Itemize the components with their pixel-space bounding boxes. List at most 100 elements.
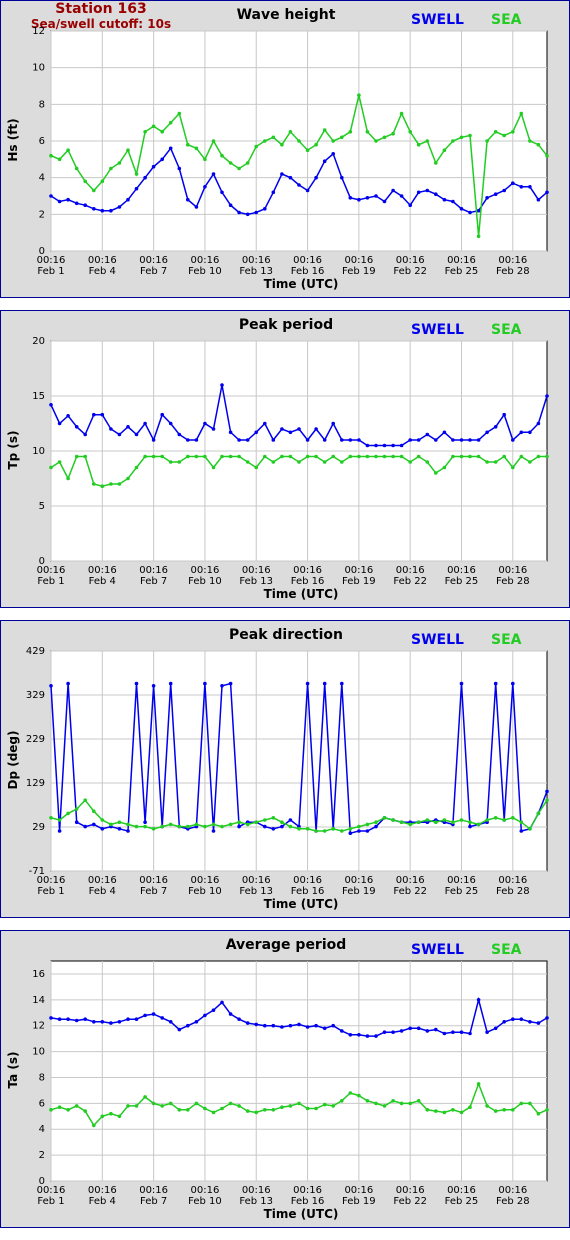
x-tick-date: Feb 25 [445, 576, 479, 587]
data-point-swell [143, 175, 147, 180]
data-point-swell [134, 186, 139, 191]
data-point-sea [92, 809, 96, 813]
data-point-sea [502, 454, 507, 459]
x-tick-date: Feb 7 [140, 266, 167, 277]
data-point-sea [357, 1093, 361, 1098]
x-tick-time: 00:16 [88, 565, 117, 576]
data-point-sea [177, 460, 182, 464]
data-point-swell [365, 196, 370, 200]
data-point-swell [348, 1033, 353, 1037]
data-point-sea [305, 1106, 310, 1111]
data-point-swell [237, 824, 241, 829]
data-point-sea [365, 1099, 370, 1103]
data-point-swell [186, 197, 190, 202]
data-point-swell [382, 199, 387, 204]
data-point-swell [493, 192, 498, 196]
data-point-sea [425, 139, 430, 143]
data-point-swell [425, 432, 430, 437]
data-point-swell [237, 210, 241, 215]
data-point-swell [160, 157, 164, 162]
data-point-swell [228, 203, 233, 207]
data-point-swell [468, 1031, 472, 1036]
data-point-swell [288, 1023, 293, 1028]
data-point-swell [100, 412, 105, 417]
data-point-sea [117, 482, 122, 486]
data-point-sea [297, 1101, 301, 1106]
data-point-sea [245, 822, 250, 827]
x-tick-time: 00:16 [498, 255, 527, 266]
data-point-sea [322, 1102, 327, 1107]
data-point-sea [357, 454, 361, 459]
data-point-swell [194, 205, 199, 209]
data-point-swell [288, 430, 293, 435]
data-point-sea [399, 1101, 404, 1106]
data-point-sea [476, 454, 481, 459]
data-point-swell [442, 197, 447, 202]
data-point-sea [177, 824, 182, 829]
data-point-sea [134, 824, 139, 829]
data-point-sea [220, 454, 224, 459]
data-point-sea [297, 460, 301, 464]
peak-direction-panel: Peak direction SWELL SEA Dp (deg) Time (… [0, 620, 570, 918]
data-point-sea [468, 820, 472, 824]
x-tick-time: 00:16 [191, 1185, 220, 1196]
data-point-sea [109, 482, 113, 486]
data-point-sea [340, 135, 344, 140]
data-point-sea [57, 1105, 62, 1109]
data-point-swell [536, 421, 541, 426]
data-point-swell [340, 681, 344, 686]
data-point-sea [211, 822, 216, 827]
data-point-swell [382, 443, 387, 448]
data-point-sea [322, 460, 327, 464]
data-point-sea [177, 1108, 182, 1112]
data-point-swell [211, 1008, 216, 1012]
data-point-sea [134, 1104, 139, 1108]
data-point-swell [476, 998, 481, 1002]
data-point-swell [297, 1022, 301, 1027]
data-point-sea [254, 820, 258, 824]
data-point-swell [245, 438, 250, 442]
y-tick-label: 429 [26, 646, 45, 657]
data-point-sea [186, 454, 190, 459]
data-point-swell [528, 1020, 532, 1024]
data-point-swell [220, 684, 224, 688]
data-point-sea [57, 818, 62, 822]
data-point-sea [211, 465, 216, 470]
data-point-sea [416, 142, 421, 147]
x-tick-date: Feb 7 [140, 886, 167, 897]
data-point-swell [271, 827, 276, 831]
data-point-swell [331, 152, 336, 156]
data-point-swell [263, 207, 267, 211]
data-point-swell [348, 438, 353, 442]
x-tick-date: Feb 4 [89, 886, 116, 897]
data-point-sea [100, 818, 105, 822]
data-point-sea [382, 1104, 387, 1108]
data-point-swell [459, 207, 464, 211]
data-point-swell [228, 1012, 233, 1016]
x-tick-date: Feb 7 [140, 576, 167, 587]
x-tick-date: Feb 16 [291, 1196, 325, 1207]
x-tick-date: Feb 4 [89, 576, 116, 587]
data-point-sea [528, 827, 532, 831]
data-point-swell [117, 205, 122, 209]
data-point-sea [416, 820, 421, 824]
data-point-sea [211, 139, 216, 143]
data-point-sea [322, 829, 327, 833]
x-tick-date: Feb 1 [37, 576, 64, 587]
y-tick-label: 8 [39, 99, 45, 110]
data-point-sea [237, 454, 241, 459]
data-point-sea [228, 454, 233, 459]
data-point-sea [374, 1101, 378, 1106]
data-point-sea [459, 818, 464, 822]
x-tick-time: 00:16 [498, 1185, 527, 1196]
data-point-sea [391, 818, 395, 822]
data-point-swell [126, 197, 130, 202]
data-point-swell [519, 1017, 524, 1021]
data-point-sea [134, 172, 139, 176]
data-point-sea [254, 1110, 258, 1115]
data-point-sea [288, 130, 293, 134]
data-point-sea [203, 454, 207, 459]
data-point-sea [297, 827, 301, 831]
data-point-sea [117, 820, 122, 824]
data-point-sea [305, 454, 310, 459]
